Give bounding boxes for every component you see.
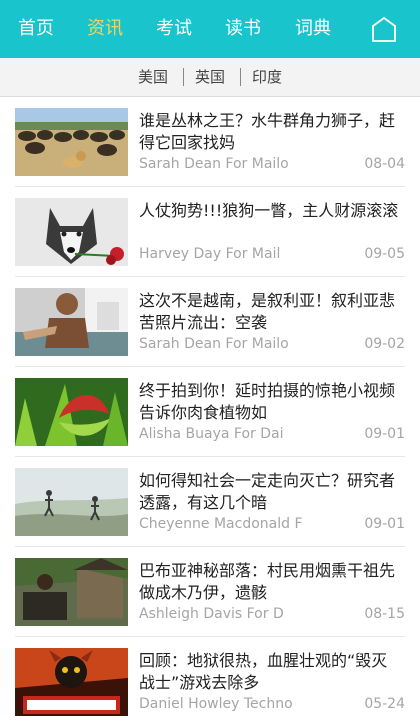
article-date: 08-04 (364, 156, 405, 172)
article-title: 这次不是越南，是叙利亚！叙利亚悲苦照片流出：空袭 (139, 291, 396, 332)
article-thumbnail (15, 108, 128, 176)
filter-divider (183, 68, 184, 86)
top-nav-bar: 首页 资讯 考试 读书 词典 (0, 0, 420, 58)
article-thumbnail (15, 558, 128, 626)
article-item[interactable]: 谁是丛林之王？水牛群角力狮子，赶得它回家找妈 Sarah Dean For Ma… (0, 97, 420, 187)
article-author: Ashleigh Davis For D (139, 606, 284, 622)
article-date: 09-01 (364, 426, 405, 442)
tab-news[interactable]: 资讯 (87, 18, 123, 40)
article-item[interactable]: 这次不是越南，是叙利亚！叙利亚悲苦照片流出：空袭 Sarah Dean For … (0, 277, 420, 367)
article-title: 终于拍到你！延时拍摄的惊艳小视频告诉你肉食植物如 (139, 381, 396, 422)
tab-exam[interactable]: 考试 (156, 18, 192, 40)
article-date: 09-01 (364, 516, 405, 532)
tab-dictionary[interactable]: 词典 (295, 18, 331, 40)
article-title: 回顾：地狱很热，血腥壮观的“毁灭战士”游戏去除多 (139, 651, 388, 692)
filter-uk[interactable]: 英国 (195, 68, 225, 86)
filter-usa[interactable]: 美国 (138, 68, 168, 86)
article-author: Sarah Dean For Mailo (139, 336, 289, 352)
filter-india[interactable]: 印度 (252, 68, 282, 86)
article-author: Harvey Day For Mail (139, 246, 281, 262)
article-title: 谁是丛林之王？水牛群角力狮子，赶得它回家找妈 (139, 111, 396, 152)
article-thumbnail (15, 468, 128, 536)
article-item[interactable]: 巴布亚神秘部落：村民用烟熏干祖先做成木乃伊，遗骸 Ashleigh Davis … (0, 547, 420, 637)
article-author: Daniel Howley Techno (139, 696, 293, 712)
article-thumbnail (15, 288, 128, 356)
article-title: 人仗狗势!!!狼狗一瞥，主人财源滚滚 (139, 201, 399, 220)
article-item[interactable]: 如何得知社会一定走向灭亡？研究者透露，有这几个暗 Cheyenne Macdon… (0, 457, 420, 547)
tab-home[interactable]: 首页 (18, 18, 54, 40)
article-author: Alisha Buaya For Dai (139, 426, 284, 442)
article-item[interactable]: 回顾：地狱很热，血腥壮观的“毁灭战士”游戏去除多 Daniel Howley T… (0, 637, 420, 727)
article-date: 09-05 (364, 246, 405, 262)
article-date: 05-24 (364, 696, 405, 712)
article-author: Cheyenne Macdonald F (139, 516, 303, 532)
article-item[interactable]: 人仗狗势!!!狼狗一瞥，主人财源滚滚 Harvey Day For Mail 0… (0, 187, 420, 277)
article-date: 08-15 (364, 606, 405, 622)
home-icon[interactable] (370, 15, 398, 43)
article-date: 09-02 (364, 336, 405, 352)
article-title: 如何得知社会一定走向灭亡？研究者透露，有这几个暗 (139, 471, 396, 512)
tab-reading[interactable]: 读书 (225, 18, 261, 40)
article-thumbnail (15, 648, 128, 716)
article-thumbnail (15, 198, 128, 266)
article-title: 巴布亚神秘部落：村民用烟熏干祖先做成木乃伊，遗骸 (139, 561, 396, 602)
filter-divider (240, 68, 241, 86)
article-thumbnail (15, 378, 128, 446)
article-item[interactable]: 终于拍到你！延时拍摄的惊艳小视频告诉你肉食植物如 Alisha Buaya Fo… (0, 367, 420, 457)
article-author: Sarah Dean For Mailo (139, 156, 289, 172)
region-filter-bar: 美国 英国 印度 (0, 58, 420, 97)
